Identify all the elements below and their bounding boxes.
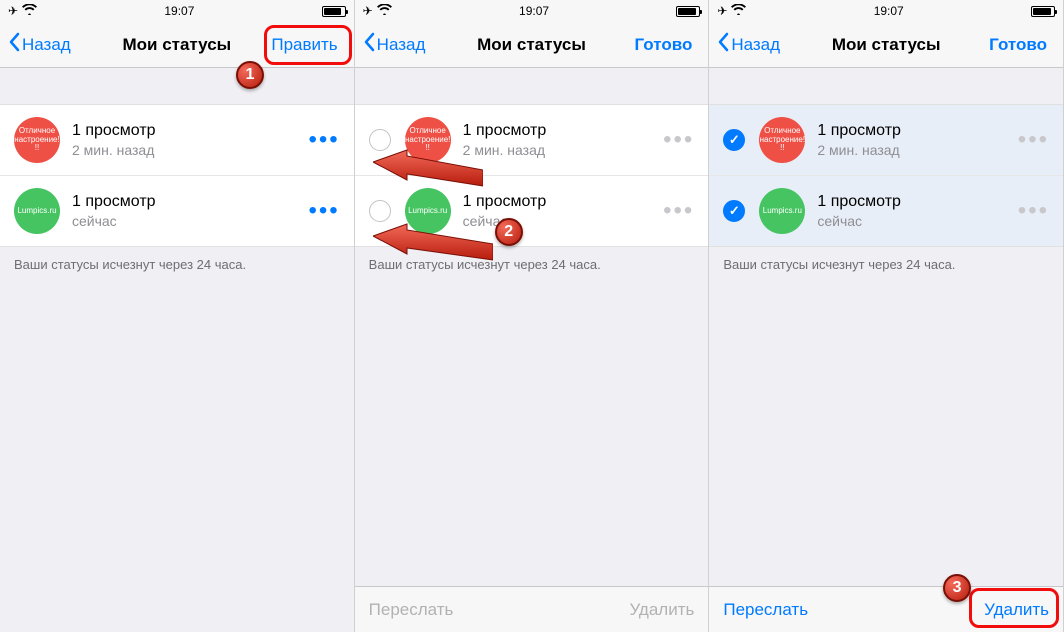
chevron-left-icon (8, 32, 20, 57)
page-title: Мои статусы (477, 35, 586, 55)
more-icon[interactable]: ••• (1018, 199, 1049, 223)
toolbar: Переслать Удалить (355, 586, 709, 632)
chevron-left-icon (717, 32, 729, 57)
select-radio[interactable] (369, 129, 391, 151)
status-row[interactable]: Lumpics.ru 1 просмотр сейчас ••• (709, 176, 1063, 246)
status-list: Отличное настроение!!! 1 просмотр 2 мин.… (0, 104, 354, 247)
status-row[interactable]: Отличное настроение!!! 1 просмотр 2 мин.… (709, 105, 1063, 176)
status-title: 1 просмотр (463, 122, 663, 140)
more-icon[interactable]: ••• (308, 199, 339, 223)
status-sub: 2 мин. назад (817, 142, 1017, 158)
back-label: Назад (22, 35, 71, 55)
status-sub: сейчас (463, 213, 663, 229)
status-title: 1 просмотр (817, 122, 1017, 140)
status-sub: 2 мин. назад (72, 142, 308, 158)
status-sub: сейчас (817, 213, 1017, 229)
phone-panel-1: ✈ 19:07 Назад Мои статусы Править Отличн… (0, 0, 355, 632)
status-row[interactable]: Lumpics.ru 1 просмотр сейчас ••• (0, 176, 354, 246)
page-title: Мои статусы (122, 35, 231, 55)
status-avatar: Lumpics.ru (759, 188, 805, 234)
delete-button[interactable]: Удалить (629, 600, 694, 620)
status-bar: ✈ 19:07 (709, 0, 1063, 22)
status-bar: ✈ 19:07 (355, 0, 709, 22)
select-radio[interactable] (723, 129, 745, 151)
edit-button[interactable]: Править (263, 31, 345, 59)
step-badge-2: 2 (495, 218, 523, 246)
nav-bar: Назад Мои статусы Готово (709, 22, 1063, 68)
done-button[interactable]: Готово (626, 31, 700, 59)
status-title: 1 просмотр (463, 193, 663, 211)
back-button[interactable]: Назад (363, 32, 426, 57)
status-avatar: Lumpics.ru (405, 188, 451, 234)
page-title: Мои статусы (832, 35, 941, 55)
status-sub: 2 мин. назад (463, 142, 663, 158)
status-bar: ✈ 19:07 (0, 0, 354, 22)
status-title: 1 просмотр (72, 193, 308, 211)
status-avatar: Отличное настроение!!! (759, 117, 805, 163)
airplane-icon: ✈ (717, 4, 727, 18)
select-radio[interactable] (723, 200, 745, 222)
wifi-icon (731, 4, 746, 18)
forward-button[interactable]: Переслать (723, 600, 808, 620)
status-row[interactable]: Отличное настроение!!! 1 просмотр 2 мин.… (0, 105, 354, 176)
select-radio[interactable] (369, 200, 391, 222)
clock: 19:07 (519, 4, 549, 18)
status-row[interactable]: Lumpics.ru 1 просмотр сейчас ••• (355, 176, 709, 246)
step-badge-1: 1 (236, 61, 264, 89)
more-icon[interactable]: ••• (663, 128, 694, 152)
battery-icon (676, 6, 700, 17)
forward-button[interactable]: Переслать (369, 600, 454, 620)
nav-bar: Назад Мои статусы Готово (355, 22, 709, 68)
toolbar: Переслать Удалить (709, 586, 1063, 632)
step-badge-3: 3 (943, 574, 971, 602)
back-button[interactable]: Назад (717, 32, 780, 57)
back-button[interactable]: Назад (8, 32, 71, 57)
phone-panel-2: ✈ 19:07 Назад Мои статусы Готово Отлично… (355, 0, 710, 632)
more-icon[interactable]: ••• (1018, 128, 1049, 152)
back-label: Назад (731, 35, 780, 55)
footer-note: Ваши статусы исчезнут через 24 часа. (355, 247, 709, 282)
footer-note: Ваши статусы исчезнут через 24 часа. (0, 247, 354, 282)
airplane-icon: ✈ (8, 4, 18, 18)
status-title: 1 просмотр (72, 122, 308, 140)
battery-icon (322, 6, 346, 17)
footer-note: Ваши статусы исчезнут через 24 часа. (709, 247, 1063, 282)
phone-panel-3: ✈ 19:07 Назад Мои статусы Готово Отлично… (709, 0, 1064, 632)
delete-button[interactable]: Удалить (984, 600, 1049, 620)
status-avatar: Отличное настроение!!! (405, 117, 451, 163)
status-avatar: Lumpics.ru (14, 188, 60, 234)
airplane-icon: ✈ (363, 4, 373, 18)
nav-bar: Назад Мои статусы Править (0, 22, 354, 68)
status-title: 1 просмотр (817, 193, 1017, 211)
battery-icon (1031, 6, 1055, 17)
back-label: Назад (377, 35, 426, 55)
status-row[interactable]: Отличное настроение!!! 1 просмотр 2 мин.… (355, 105, 709, 176)
clock: 19:07 (164, 4, 194, 18)
clock: 19:07 (874, 4, 904, 18)
wifi-icon (22, 4, 37, 18)
done-button[interactable]: Готово (981, 31, 1055, 59)
status-list: Отличное настроение!!! 1 просмотр 2 мин.… (709, 104, 1063, 247)
more-icon[interactable]: ••• (663, 199, 694, 223)
chevron-left-icon (363, 32, 375, 57)
more-icon[interactable]: ••• (308, 128, 339, 152)
wifi-icon (377, 4, 392, 18)
status-sub: сейчас (72, 213, 308, 229)
status-list: Отличное настроение!!! 1 просмотр 2 мин.… (355, 104, 709, 247)
status-avatar: Отличное настроение!!! (14, 117, 60, 163)
